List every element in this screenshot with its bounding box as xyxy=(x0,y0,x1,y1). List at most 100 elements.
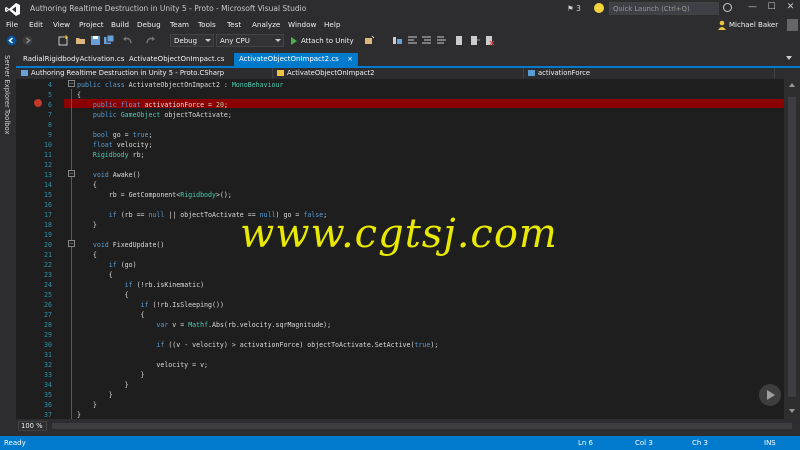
code-text[interactable]: } xyxy=(77,390,113,400)
bookmark-icon[interactable] xyxy=(392,35,403,46)
avatar[interactable] xyxy=(787,19,798,31)
member-dropdown[interactable]: activationForce xyxy=(525,68,775,79)
code-line[interactable]: 13 void Awake() xyxy=(16,170,784,180)
menu-window[interactable]: Window xyxy=(288,20,316,29)
code-text[interactable]: } xyxy=(77,380,129,390)
new-project-icon[interactable] xyxy=(58,35,69,46)
bookmark-prev-icon[interactable] xyxy=(454,35,465,46)
menu-build[interactable]: Build xyxy=(111,20,129,29)
code-text[interactable]: if (!rb.isKinematic) xyxy=(77,280,204,290)
menu-edit[interactable]: Edit xyxy=(29,20,43,29)
close-icon[interactable]: × xyxy=(347,55,353,63)
tab-overflow-icon[interactable] xyxy=(786,56,792,60)
code-text[interactable]: if ((v - velocity) > activationForce) ob… xyxy=(77,340,438,350)
uncomment-icon[interactable] xyxy=(436,35,447,46)
build-icon[interactable] xyxy=(364,35,375,46)
code-text[interactable]: { xyxy=(77,90,81,100)
code-line[interactable]: 36 } xyxy=(16,400,784,410)
attach-to-unity-button[interactable]: Attach to Unity xyxy=(301,37,354,45)
code-line[interactable]: 37} xyxy=(16,410,784,419)
code-text[interactable]: { xyxy=(77,290,129,300)
notifications-badge[interactable]: ⚑ 3 xyxy=(567,4,581,13)
code-line[interactable]: 28 var v = Mathf.Abs(rb.velocity.sqrMagn… xyxy=(16,320,784,330)
save-all-icon[interactable] xyxy=(104,35,115,46)
code-line[interactable]: 25 { xyxy=(16,290,784,300)
maximize-button[interactable]: ☐ xyxy=(764,2,779,14)
menu-analyze[interactable]: Analyze xyxy=(252,20,280,29)
zoom-dropdown[interactable]: 100 % xyxy=(18,421,47,431)
code-line[interactable]: 30 if ((v - velocity) > activationForce)… xyxy=(16,340,784,350)
code-text[interactable]: } xyxy=(77,410,81,419)
menu-test[interactable]: Test xyxy=(227,20,241,29)
scroll-up-icon[interactable] xyxy=(789,83,795,87)
project-dropdown[interactable]: Authoring Realtime Destruction in Unity … xyxy=(18,68,273,79)
code-text[interactable]: } xyxy=(77,400,97,410)
redo-icon[interactable] xyxy=(145,35,156,46)
tab-radial-rigidbody-activation[interactable]: RadialRigidbodyActivation.cs xyxy=(18,53,129,66)
code-line[interactable]: 4 public class ActivateObjectOnImpact2 : … xyxy=(16,80,784,90)
menu-help[interactable]: Help xyxy=(324,20,340,29)
code-text[interactable]: { xyxy=(77,270,113,280)
video-play-overlay[interactable] xyxy=(759,384,781,406)
scroll-down-icon[interactable] xyxy=(789,409,795,413)
configuration-dropdown[interactable]: Debug xyxy=(170,34,214,47)
code-text[interactable]: } xyxy=(77,370,145,380)
code-text[interactable]: } xyxy=(77,220,97,230)
code-line[interactable]: 29 xyxy=(16,330,784,340)
code-text[interactable]: void Awake() xyxy=(77,170,141,180)
horizontal-scrollbar[interactable] xyxy=(52,423,792,429)
code-line[interactable]: 12 xyxy=(16,160,784,170)
menu-debug[interactable]: Debug xyxy=(137,20,161,29)
code-text[interactable]: public GameObject objectToActivate; xyxy=(77,110,232,120)
code-text[interactable]: Rigidbody rb; xyxy=(77,150,145,160)
undo-icon[interactable] xyxy=(122,35,133,46)
forward-icon[interactable] xyxy=(22,35,33,46)
menu-team[interactable]: Team xyxy=(170,20,189,29)
menu-view[interactable]: View xyxy=(53,20,70,29)
vertical-scrollbar[interactable] xyxy=(784,79,800,419)
code-text[interactable]: bool go = true; xyxy=(77,130,153,140)
code-line[interactable]: 26 if (!rb.IsSleeping()) xyxy=(16,300,784,310)
code-line[interactable]: 35 } xyxy=(16,390,784,400)
code-text[interactable]: velocity = v; xyxy=(77,360,208,370)
code-line[interactable]: 6 public float activationForce = 20; xyxy=(16,100,784,110)
menu-project[interactable]: Project xyxy=(79,20,104,29)
code-line[interactable]: 23 { xyxy=(16,270,784,280)
code-line[interactable]: 15 rb = GetComponent<Rigidbody>(); xyxy=(16,190,784,200)
platform-dropdown[interactable]: Any CPU xyxy=(216,34,284,47)
tab-activate-object-on-impact[interactable]: ActivateObjectOnImpact.cs xyxy=(124,53,229,66)
server-explorer-tab[interactable]: Server Explorer xyxy=(3,55,11,108)
play-icon[interactable] xyxy=(291,37,297,45)
open-file-icon[interactable] xyxy=(75,35,86,46)
code-line[interactable]: 14 { xyxy=(16,180,784,190)
code-text[interactable]: { xyxy=(77,180,97,190)
bookmark-next-icon[interactable] xyxy=(469,35,480,46)
code-text[interactable]: if (!rb.IsSleeping()) xyxy=(77,300,224,310)
back-icon[interactable] xyxy=(6,35,17,46)
code-line[interactable]: 31 xyxy=(16,350,784,360)
code-line[interactable]: 10 float velocity; xyxy=(16,140,784,150)
code-line[interactable]: 34 } xyxy=(16,380,784,390)
code-line[interactable]: 9 bool go = true; xyxy=(16,130,784,140)
code-line[interactable]: 7 public GameObject objectToActivate; xyxy=(16,110,784,120)
code-text[interactable]: if (go) xyxy=(77,260,137,270)
code-line[interactable]: 8 xyxy=(16,120,784,130)
format-icon[interactable] xyxy=(407,35,418,46)
minimize-button[interactable]: — xyxy=(745,2,760,14)
comment-icon[interactable] xyxy=(421,35,432,46)
code-text[interactable]: { xyxy=(77,310,145,320)
code-text[interactable]: float velocity; xyxy=(77,140,153,150)
code-text[interactable]: public float activationForce = 20; xyxy=(77,100,228,110)
code-line[interactable]: 16 xyxy=(16,200,784,210)
type-dropdown[interactable]: ActivateObjectOnImpact2 xyxy=(274,68,524,79)
code-text[interactable]: rb = GetComponent<Rigidbody>(); xyxy=(77,190,232,200)
code-line[interactable]: 5{ xyxy=(16,90,784,100)
close-button[interactable]: ✕ xyxy=(783,2,798,14)
code-line[interactable]: 32 velocity = v; xyxy=(16,360,784,370)
code-text[interactable]: public class ActivateObjectOnImpact2 : M… xyxy=(77,80,283,90)
save-icon[interactable] xyxy=(90,35,101,46)
code-line[interactable]: 27 { xyxy=(16,310,784,320)
code-text[interactable]: var v = Mathf.Abs(rb.velocity.sqrMagnitu… xyxy=(77,320,331,330)
user-name[interactable]: Michael Baker xyxy=(729,21,778,29)
code-line[interactable]: 24 if (!rb.isKinematic) xyxy=(16,280,784,290)
